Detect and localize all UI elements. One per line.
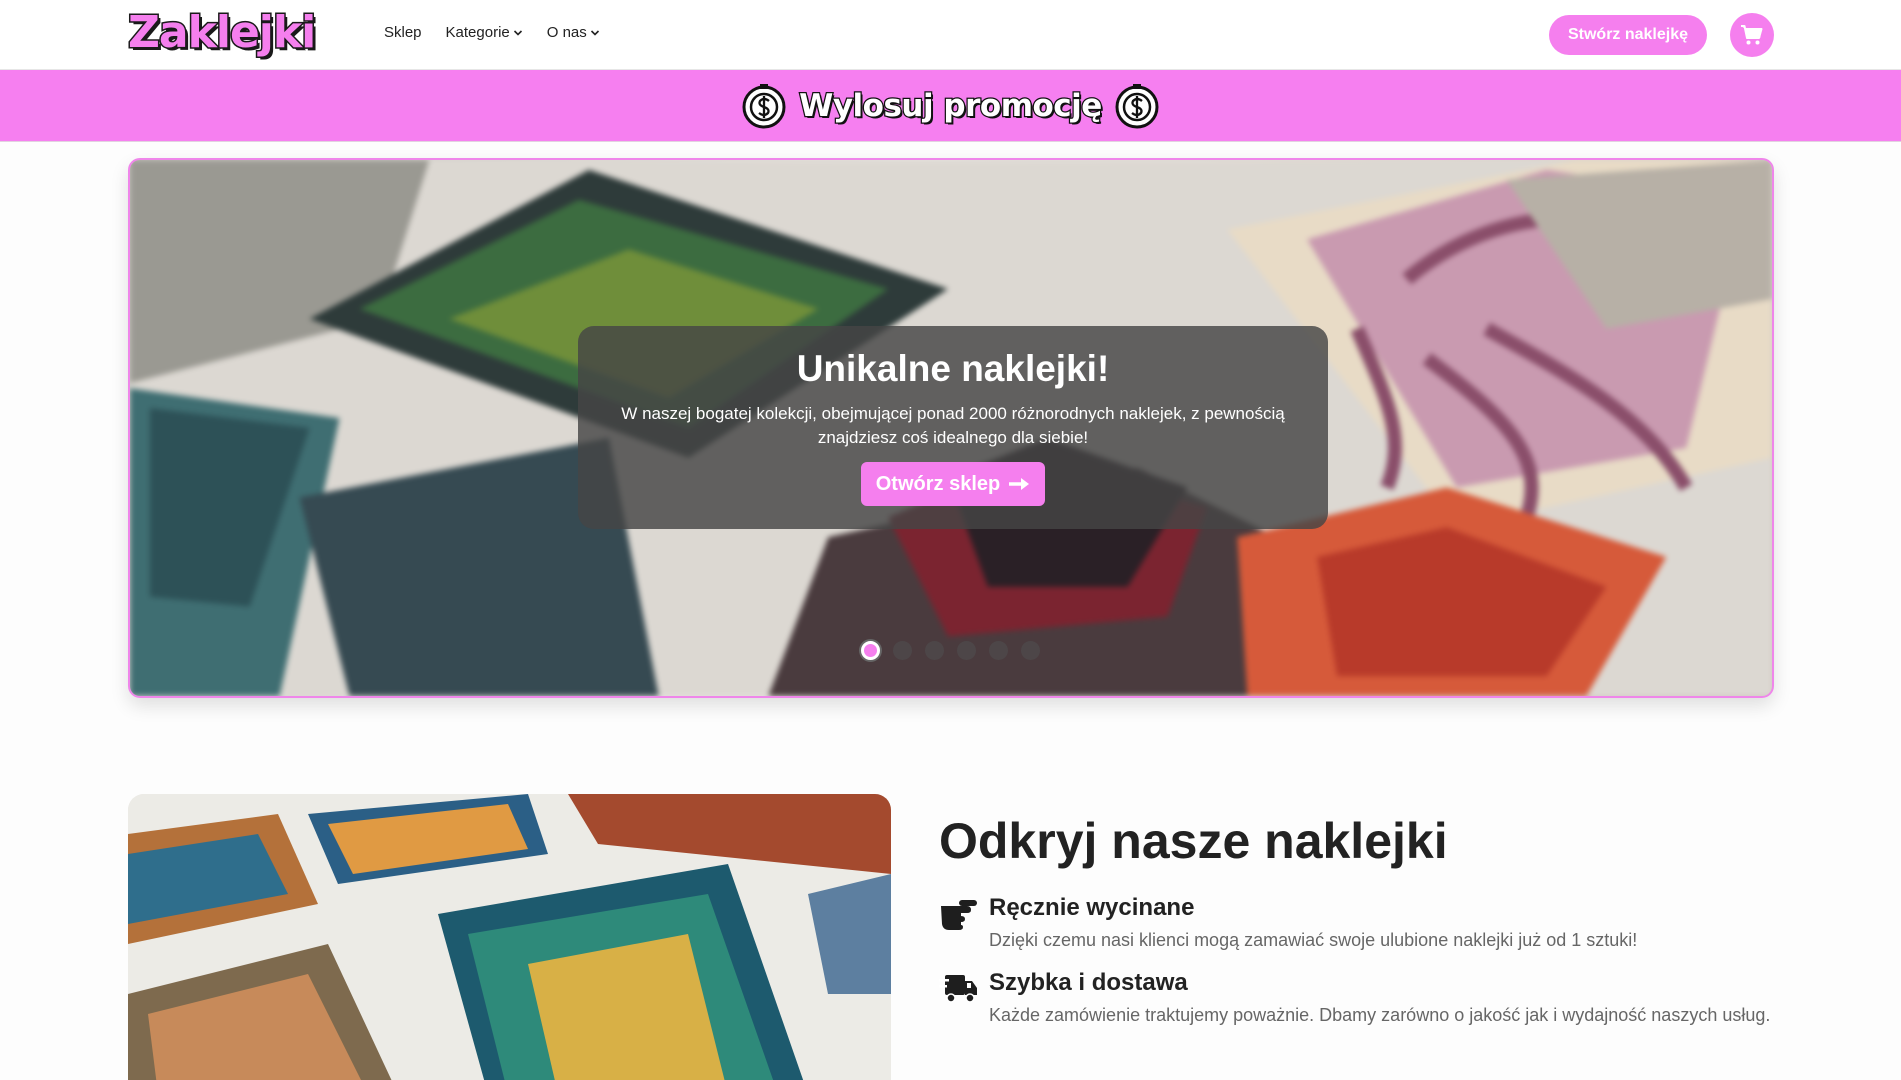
nav-item-label: Kategorie [445,24,510,41]
promo-label: Wylosuj promocję [798,86,1104,125]
site-logo[interactable]: Zaklejki [126,6,317,59]
slider-dot-5[interactable] [989,641,1008,660]
slider-dot-4[interactable] [957,641,976,660]
site-header: Zaklejki Sklep Kategorie O nas Stwórz na… [0,0,1901,70]
slider-dot-2[interactable] [893,641,912,660]
cart-button[interactable] [1730,13,1774,57]
feature-item: Ręcznie wycinane Dzięki czemu nasi klien… [939,892,1789,954]
slider-dots [861,641,1040,660]
open-shop-label: Otwórz sklep [875,472,1001,495]
stickers-photo [128,794,891,1080]
hero-title: Unikalne naklejki! [796,348,1110,389]
feature-title: Ręcznie wycinane [989,894,1195,921]
slider-dot-3[interactable] [925,641,944,660]
nav-item-sklep[interactable]: Sklep [384,24,422,41]
hero-description: W naszej bogatej kolekcji, obejmującej p… [621,404,1285,447]
feature-item: Szybka i dostawa Każde zamówienie traktu… [939,967,1789,1029]
nav-item-kategorie[interactable]: Kategorie [446,24,523,41]
dollar-coin-icon [1115,83,1159,128]
section-title: Odkryj nasze naklejki [939,813,1448,869]
chevron-down-icon [590,29,599,36]
hero-caption: Unikalne naklejki! W naszej bogatej kole… [578,326,1328,529]
create-sticker-button[interactable]: Stwórz naklejkę [1549,15,1707,55]
nav-item-label: O nas [546,24,587,41]
nav-item-label: Sklep [384,24,422,41]
open-shop-button[interactable]: Otwórz sklep [861,462,1045,506]
chevron-down-icon [513,29,522,36]
hand-scissors-icon [941,900,977,930]
promo-bar[interactable]: Wylosuj promocję [0,70,1901,142]
main-nav: Sklep Kategorie O nas [384,24,600,41]
dollar-coin-icon [742,83,786,128]
feature-title: Szybka i dostawa [989,969,1188,996]
arrow-right-icon [1009,478,1030,490]
hero-slider[interactable]: Unikalne naklejki! W naszej bogatej kole… [128,158,1774,698]
truck-fast-icon [939,975,977,1003]
feature-text: Dzięki czemu nasi klienci mogą zamawiać … [989,930,1638,950]
slider-dot-6[interactable] [1021,641,1040,660]
cart-icon [1741,25,1763,45]
slider-dot-1[interactable] [861,641,880,660]
feature-text: Każde zamówienie traktujemy poważnie. Db… [989,1005,1771,1025]
nav-item-o-nas[interactable]: O nas [547,24,600,41]
